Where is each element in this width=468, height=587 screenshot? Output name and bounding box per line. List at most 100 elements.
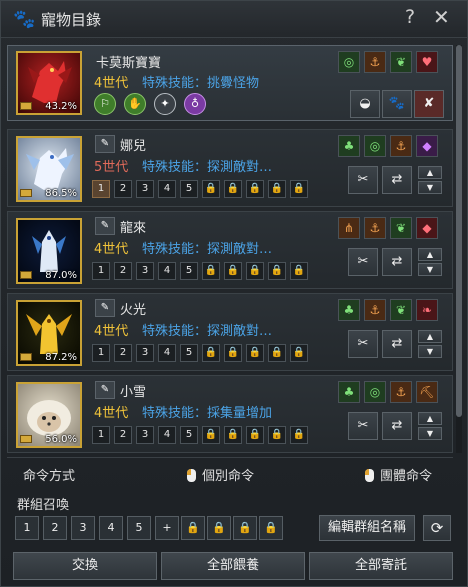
lock-icon: 🔒 [268,344,286,362]
group-slot[interactable]: 2 [114,180,132,198]
move-down-button[interactable]: ▼ [418,345,442,358]
group-slot[interactable]: 4 [158,426,176,444]
move-up-button[interactable]: ▲ [418,248,442,261]
pet-generation: 4世代 [94,406,129,421]
skill-clover-icon: ♣ [338,135,360,157]
pet-command-icon[interactable]: ⚐ [94,93,116,115]
scrollbar-thumb[interactable] [456,45,462,417]
group-summon-slot[interactable]: 4 [99,516,123,540]
pet-potion-icon[interactable]: ♁ [184,93,206,115]
skill-pick-icon: ⛏ [416,381,438,403]
rename-pencil-icon[interactable]: ✎ [95,381,115,399]
skill-berry-icon: ❧ [416,299,438,321]
move-down-button[interactable]: ▼ [418,181,442,194]
lock-icon: 🔒 [268,426,286,444]
group-slot[interactable]: 2 [114,426,132,444]
edit-group-name-button[interactable]: 編輯群組名稱 [319,515,415,541]
skill-leaf-icon: ❦ [390,51,412,73]
pet-generation: 4世代 [94,324,129,339]
pet-name: 娜兒 [120,139,147,154]
list-scrollbar[interactable] [456,45,462,453]
summon-button[interactable]: ⇄ [382,330,412,358]
paw-button[interactable]: 🐾 [382,90,412,118]
mute-skill-button[interactable]: ✂ [348,248,378,276]
rename-pencil-icon[interactable]: ✎ [95,299,115,317]
move-down-button[interactable]: ▼ [418,427,442,440]
group-slot[interactable]: 3 [136,344,154,362]
lock-icon: 🔒 [202,180,220,198]
summon-button[interactable]: ⇄ [382,412,412,440]
summon-button[interactable]: ⇄ [382,166,412,194]
pet-card[interactable]: 56.0% ✎ 小雪 4世代 特殊技能：採集量增加 1 2 3 4 5 🔒 🔒 … [7,375,453,453]
add-group-button[interactable]: + [155,516,179,540]
rename-pencil-icon[interactable]: ✎ [95,217,115,235]
pet-portrait: 86.5% [16,136,82,202]
lock-icon: 🔒 [202,262,220,280]
unsummon-button[interactable]: ✘ [414,90,444,118]
refresh-icon[interactable]: ⟳ [423,515,451,541]
pet-generation: 5世代 [94,160,129,175]
skill-detect-icon: ◆ [416,135,438,157]
mute-skill-button[interactable]: ✂ [348,412,378,440]
group-slot[interactable]: 3 [136,262,154,280]
pet-card[interactable]: 87.0% ✎ 龍來 4世代 特殊技能：探測敵對… 1 2 3 4 5 🔒 🔒 … [7,211,453,289]
group-slot[interactable]: 5 [180,180,198,198]
pet-portrait: 87.2% [16,300,82,366]
group-slot[interactable]: 4 [158,344,176,362]
group-summon-slot[interactable]: 1 [15,516,39,540]
group-slot[interactable]: 2 [114,262,132,280]
move-up-button[interactable]: ▲ [418,166,442,179]
title-bar[interactable]: 🐾 寵物目錄 ? ✕ [1,1,467,38]
close-button[interactable]: ✕ [433,5,450,29]
pet-gather-icon[interactable]: ✋ [124,93,146,115]
group-slot[interactable]: 1 [92,426,110,444]
move-up-button[interactable]: ▲ [418,330,442,343]
group-slot[interactable]: 2 [114,344,132,362]
skill-loot-icon: ◎ [364,135,386,157]
feed-bowl-button[interactable]: ◒ [350,90,380,118]
lock-icon: 🔒 [224,262,242,280]
group-slot[interactable]: 5 [180,426,198,444]
group-slot[interactable]: 1 [92,344,110,362]
reorder-buttons: ▲ ▼ [418,412,442,440]
pet-special-skill: 特殊技能：探測敵對… [142,324,273,339]
lock-icon: 🔒 [259,516,283,540]
group-slot[interactable]: 4 [158,180,176,198]
pet-target-icon[interactable]: ✦ [154,93,176,115]
feed-all-button[interactable]: 全部餵養 [161,552,305,580]
mute-skill-button[interactable]: ✂ [348,330,378,358]
move-up-button[interactable]: ▲ [418,412,442,425]
skill-rake-icon: ⋔ [338,217,360,239]
swap-button[interactable]: 交換 [13,552,157,580]
mouse-left-icon [187,469,196,482]
move-down-button[interactable]: ▼ [418,263,442,276]
group-slot[interactable]: 1 [92,180,110,198]
group-summon-slot[interactable]: 2 [43,516,67,540]
group-summon-slot[interactable]: 3 [71,516,95,540]
group-slot[interactable]: 1 [92,262,110,280]
help-button[interactable]: ? [405,6,415,28]
store-all-button[interactable]: 全部寄託 [309,552,453,580]
group-slot[interactable]: 5 [180,262,198,280]
pet-card[interactable]: 87.2% ✎ 火光 4世代 特殊技能：探測敵對… 1 2 3 4 5 🔒 🔒 … [7,293,453,371]
individual-command-option[interactable]: 個別命令 [187,465,254,484]
mute-skill-button[interactable]: ✂ [348,166,378,194]
lock-icon: 🔒 [290,180,308,198]
pet-card[interactable]: 86.5% ✎ 娜兒 5世代 特殊技能：探測敵對… 1 2 3 4 5 🔒 🔒 … [7,129,453,207]
skill-fish-icon: ⚓ [364,299,386,321]
lock-icon: 🔒 [268,180,286,198]
pet-list: 43.2% 卡莫斯寶寶 4世代 特殊技能：挑釁怪物 ⚐ ✋ ✦ ♁ ◎ ⚓ ❦ … [7,45,453,453]
group-slot[interactable]: 5 [180,344,198,362]
pet-card-main[interactable]: 43.2% 卡莫斯寶寶 4世代 特殊技能：挑釁怪物 ⚐ ✋ ✦ ♁ ◎ ⚓ ❦ … [7,45,453,121]
group-slot[interactable]: 3 [136,426,154,444]
group-summon-slot[interactable]: 5 [127,516,151,540]
pet-percent: 87.0% [45,270,77,281]
group-slot[interactable]: 4 [158,262,176,280]
group-command-option[interactable]: 團體命令 [365,465,432,484]
group-slot[interactable]: 3 [136,180,154,198]
lock-icon: 🔒 [290,344,308,362]
summon-button[interactable]: ⇄ [382,248,412,276]
lock-icon: 🔒 [233,516,257,540]
grade-badge [20,435,32,443]
rename-pencil-icon[interactable]: ✎ [95,135,115,153]
